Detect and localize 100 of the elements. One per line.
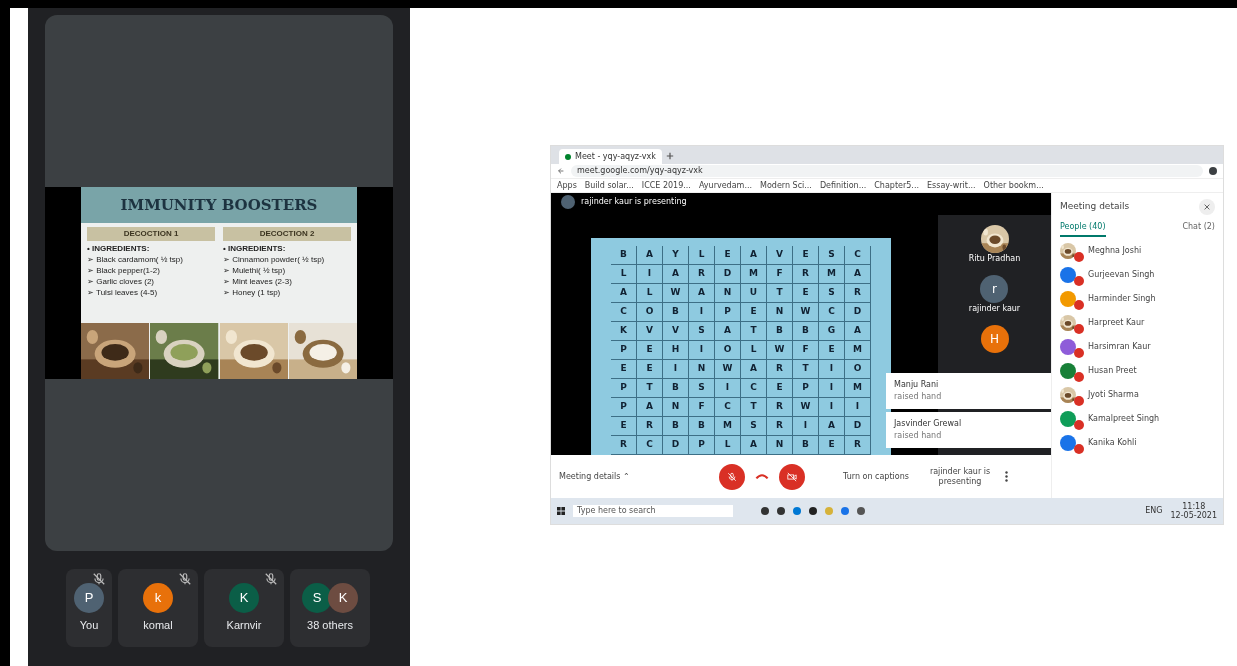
grid-letter: B [663,417,689,435]
grid-letter: A [637,246,663,264]
person-name: Harsimran Kaur [1088,341,1151,353]
grid-letter: P [611,379,637,397]
mic-off-icon [727,471,737,482]
camera-button[interactable] [779,463,805,490]
panel-tab[interactable]: People (40) [1060,221,1106,237]
muted-badge [1074,276,1084,286]
participant-tile[interactable]: P You [66,569,112,647]
grid-letter: A [689,284,715,302]
panel-tab[interactable]: Chat (2) [1182,221,1215,237]
bookmark[interactable]: Build solar... [584,179,634,192]
address-bar[interactable]: meet.google.com/yqy-aqyz-vxk [571,165,1203,177]
ingredient: ➢ Mint leaves (2-3) [223,276,293,287]
presenting-label: rajinder kaur is presenting [581,195,687,208]
column-heading: DECOCTION 1 [87,227,215,241]
presenter-avatar [561,194,575,209]
grid-letter: E [611,417,637,435]
meeting-details-button[interactable]: Meeting details ⌃ [559,470,719,483]
person-row[interactable]: Gurjeevan Singh [1060,267,1215,283]
muted-badge [1074,420,1084,430]
grid-letter: L [611,265,637,283]
grid-letter: I [637,265,663,283]
grid-letter: M [715,417,741,435]
ingredients-label: • INGREDIENTS: [223,243,287,254]
grid-letter: C [819,303,845,321]
person-row[interactable]: Harpreet Kaur [1060,315,1215,331]
grid-letter: N [767,436,793,454]
windows-start-icon[interactable] [557,507,565,515]
presenting-button[interactable]: rajinder kaur is presenting [925,466,995,487]
tile-name: Ritu Pradhan [968,253,1021,265]
profile-icon[interactable] [1209,167,1217,175]
grid-letter: C [637,436,663,454]
grid-letter: D [715,265,741,283]
grid-letter: I [819,360,845,378]
phone-icon[interactable] [755,471,769,482]
person-row[interactable]: Jyoti Sharma [1060,387,1215,403]
grid-letter: M [845,341,871,359]
grid-letter: W [767,341,793,359]
person-row[interactable]: Harminder Singh [1060,291,1215,307]
avatar: S [302,582,332,613]
grid-letter: E [793,284,819,302]
muted-badge [1074,396,1084,406]
person-row[interactable]: Harsimran Kaur [1060,339,1215,355]
grid-letter: D [845,417,871,435]
grid-letter: E [637,341,663,359]
clock-time: 11:18 [1182,502,1206,511]
participant-name: 38 others [307,617,353,633]
taskbar-search-field[interactable]: Type here to search [573,505,733,517]
person-name: Harminder Singh [1088,293,1156,305]
bookmark[interactable]: Definition... [819,179,867,192]
grid-letter: B [689,417,715,435]
muted-badge [1074,324,1084,334]
person-row[interactable]: Kamalpreet Singh [1060,411,1215,427]
person-row[interactable]: Husan Preet [1060,363,1215,379]
bookmark[interactable]: Apps [557,179,577,192]
grid-letter: R [767,417,793,435]
grid-letter: E [637,360,663,378]
grid-letter: T [741,322,767,340]
bookmark[interactable]: Essay-writ... [927,179,976,192]
grid-letter: R [793,265,819,283]
grid-letter: S [819,246,845,264]
person-row[interactable]: Meghna Joshi [1060,243,1215,259]
mic-button[interactable] [719,463,745,490]
bookmark[interactable]: ICCE 2019... [641,179,691,192]
grid-letter: I [793,417,819,435]
notification-name: Jasvinder Grewal [894,418,963,430]
muted-badge [1074,300,1084,310]
close-icon[interactable] [1199,199,1215,215]
bookmark[interactable]: Modern Sci... [760,179,812,192]
muted-badge [1074,444,1084,454]
more-icon[interactable] [1005,471,1008,482]
bookmark[interactable]: Chapter5... [874,179,919,192]
grid-letter: S [741,417,767,435]
grid-letter: P [611,398,637,416]
person-name: Kamalpreet Singh [1088,413,1160,425]
person-row[interactable]: Kanika Kohli [1060,435,1215,451]
participant-tile[interactable]: K Karnvir [204,569,284,647]
grid-letter: T [793,360,819,378]
grid-letter: M [845,379,871,397]
notification-name: Manju Rani [894,379,940,391]
browser-tab[interactable]: Meet - yqy-aqyz-vxk [559,149,662,164]
bookmark[interactable]: Other bookm... [983,179,1044,192]
captions-button[interactable]: Turn on captions [841,471,911,482]
grid-letter: P [689,436,715,454]
participant-tile[interactable]: S K 38 others [290,569,370,647]
grid-letter: V [637,322,663,340]
new-tab-icon[interactable] [665,152,674,160]
grid-letter: P [793,379,819,397]
muted-badge [1074,372,1084,382]
back-icon[interactable] [557,167,565,175]
bookmark[interactable]: Ayurvedam... [698,179,752,192]
grid-letter: D [845,303,871,321]
participant-tile[interactable]: k komal [118,569,198,647]
grid-letter: F [793,341,819,359]
grid-letter: I [845,398,871,416]
grid-letter: A [845,265,871,283]
grid-letter: C [845,246,871,264]
mic-off-icon [178,572,192,586]
grid-letter: W [793,303,819,321]
